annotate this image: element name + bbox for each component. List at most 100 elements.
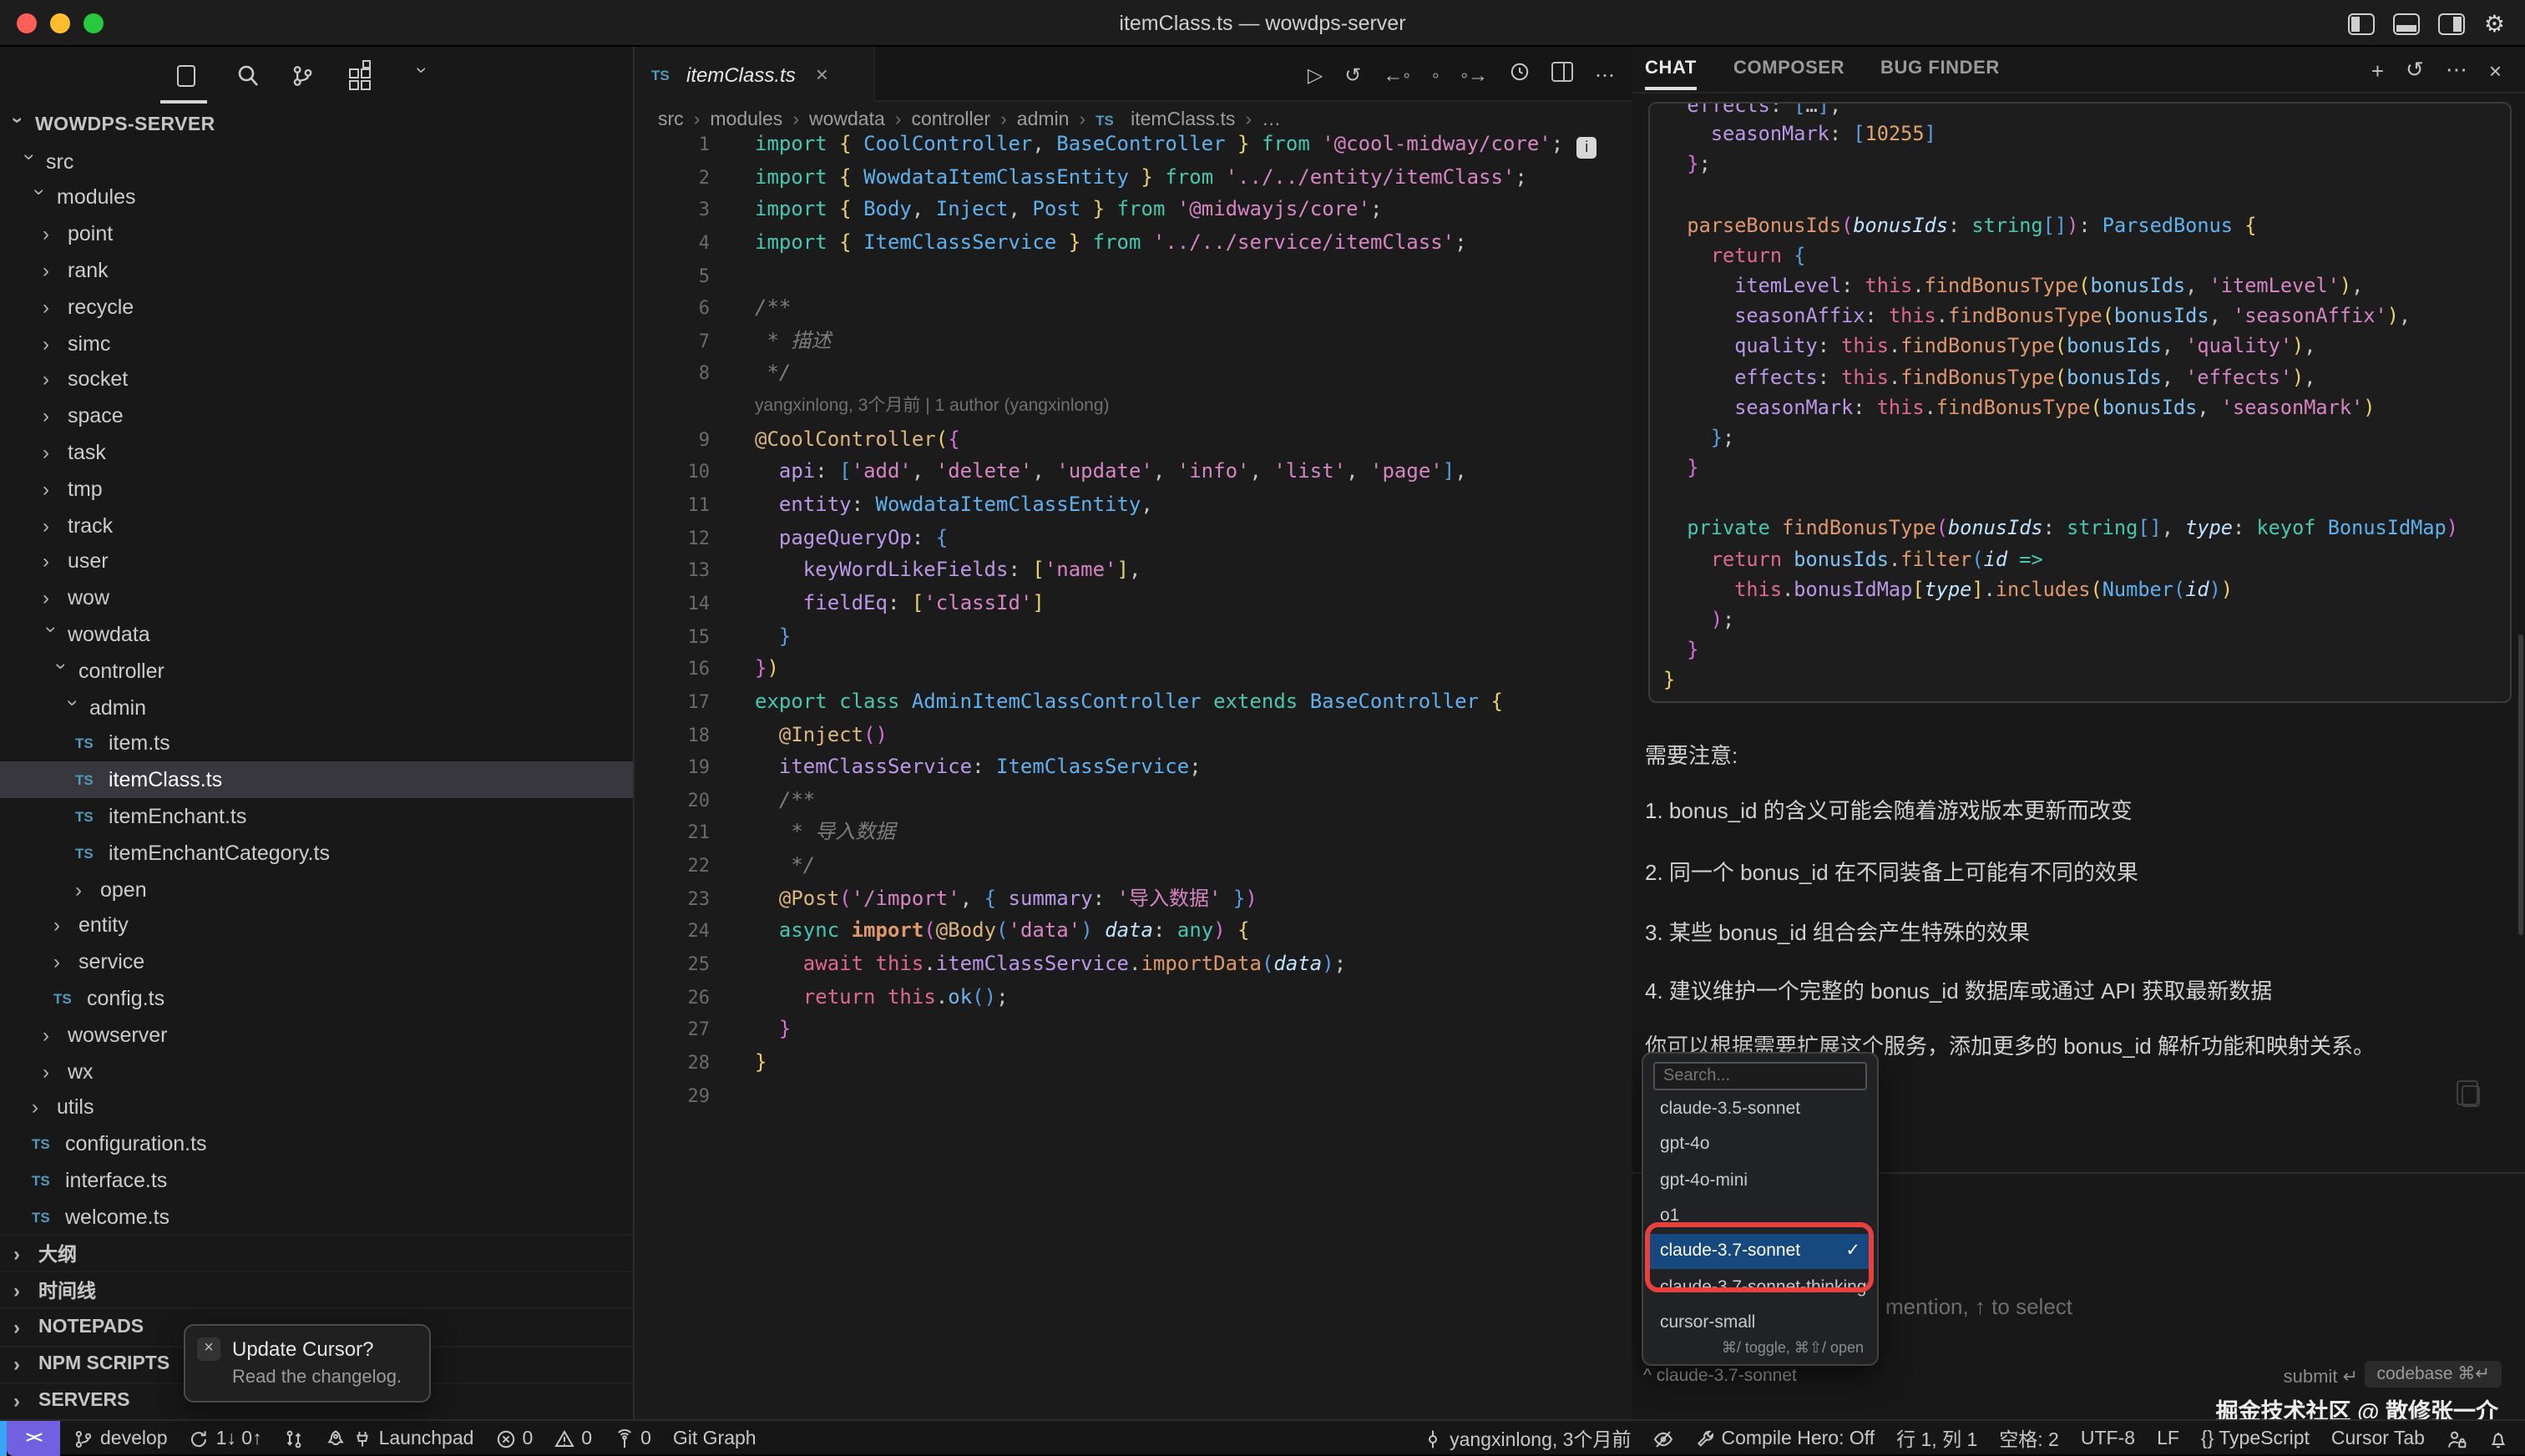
toast-link[interactable]: Read the changelog. — [232, 1368, 402, 1388]
source-control-icon[interactable] — [287, 60, 317, 90]
tree-item-point[interactable]: ›point — [0, 216, 633, 253]
tree-item-recycle[interactable]: ›recycle — [0, 289, 633, 326]
tree-item-wowdata[interactable]: ›wowdata — [0, 616, 633, 653]
status-item-0[interactable]: 0 — [495, 1428, 533, 1448]
status-item-0[interactable]: 0 — [614, 1428, 651, 1448]
model-option-o1[interactable]: o1 — [1647, 1199, 1874, 1234]
tree-item-item-ts[interactable]: TSitem.ts — [0, 725, 633, 762]
chat-tab-chat[interactable]: CHAT — [1645, 58, 1697, 78]
search-icon[interactable] — [232, 60, 262, 90]
tree-item-welcome-ts[interactable]: TSwelcome.ts — [0, 1199, 633, 1236]
model-search-input[interactable]: Search... — [1653, 1062, 1867, 1090]
tree-item-tmp[interactable]: ›tmp — [0, 471, 633, 508]
tree-item-entity[interactable]: ›entity — [0, 907, 633, 944]
tree-item-track[interactable]: ›track — [0, 508, 633, 544]
breadcrumb-item[interactable]: wowdata — [809, 110, 885, 130]
tree-item-wow[interactable]: ›wow — [0, 580, 633, 617]
model-option-gpt-4o[interactable]: gpt-4o — [1647, 1128, 1874, 1163]
inlay-hint-icon[interactable]: i — [1576, 137, 1596, 159]
status-item-1-0-[interactable]: 1↓ 0↑ — [190, 1428, 262, 1448]
status-item-空格-2[interactable]: 空格: 2 — [1999, 1425, 2059, 1452]
editor-group[interactable]: TS itemClass.ts × ▷↺←◦◦◦→⋯ src›modules›w… — [635, 47, 1632, 1419]
more-icon[interactable]: ⋯ — [1595, 63, 1615, 86]
status-item-lf[interactable]: LF — [2157, 1428, 2179, 1448]
model-option-claude-3.7-sonnet[interactable]: claude-3.7-sonnet✓ — [1647, 1234, 1874, 1269]
tree-item-wowserver[interactable]: ›wowserver — [0, 1017, 633, 1054]
status-item-compile-hero-off[interactable]: Compile Hero: Off — [1694, 1428, 1875, 1448]
breadcrumb-file[interactable]: itemClass.ts — [1131, 110, 1235, 130]
status-item-bell[interactable] — [2488, 1428, 2508, 1448]
split-icon[interactable] — [1551, 62, 1573, 87]
tree-item-user[interactable]: ›user — [0, 543, 633, 580]
tree-item-wx[interactable]: ›wx — [0, 1053, 633, 1089]
tree-item-rank[interactable]: ›rank — [0, 252, 633, 289]
tree-item-config-ts[interactable]: TSconfig.ts — [0, 980, 633, 1017]
status-item-develop[interactable]: develop — [73, 1428, 168, 1448]
play-icon[interactable]: ▷ — [1308, 63, 1323, 86]
tree-item-open[interactable]: ›open — [0, 871, 633, 907]
code-editor[interactable]: 1import { CoolController, BaseController… — [635, 129, 1632, 1112]
toggle-secondary-sidebar-icon[interactable] — [2439, 13, 2466, 34]
chat-scrollbar[interactable] — [2518, 634, 2523, 935]
forward-icon[interactable]: ◦→ — [1460, 63, 1488, 86]
breadcrumb-item[interactable]: controller — [911, 110, 990, 130]
tree-item-task[interactable]: ›task — [0, 434, 633, 471]
submit-hint[interactable]: submit ↵ — [2284, 1366, 2358, 1388]
remote-indicator[interactable]: >< — [7, 1421, 60, 1456]
codebase-button[interactable]: codebase ⌘↵ — [2365, 1361, 2502, 1388]
tree-item-controller[interactable]: ›controller — [0, 653, 633, 690]
chat-input-placeholder[interactable]: mention, ↑ to select — [1885, 1294, 2072, 1319]
tree-item-socket[interactable]: ›socket — [0, 361, 633, 398]
tree-item-utils[interactable]: ›utils — [0, 1089, 633, 1126]
model-option-cursor-small[interactable]: cursor-small — [1647, 1306, 1874, 1341]
status-item-launchpad[interactable]: Launchpad — [326, 1428, 474, 1448]
status-item-行-1-列-1[interactable]: 行 1, 列 1 — [1896, 1425, 1977, 1452]
tree-item-modules[interactable]: ›modules — [0, 179, 633, 216]
tree-item-wowdps-server[interactable]: ›WOWDPS-SERVER — [0, 107, 633, 144]
extensions-icon[interactable] — [346, 60, 376, 90]
tree-item-admin[interactable]: ›admin — [0, 690, 633, 726]
dot-icon[interactable]: ◦ — [1432, 63, 1440, 86]
explorer-icon[interactable] — [170, 60, 200, 90]
status-item-compare[interactable] — [284, 1428, 304, 1448]
sidebar-section-时间线[interactable]: ›时间线 — [0, 1271, 633, 1307]
sidebar-section-大纲[interactable]: ›大纲 — [0, 1234, 633, 1271]
chat-more-icon[interactable]: ⋯ — [2446, 57, 2467, 83]
status-item-personlock[interactable] — [2447, 1428, 2467, 1448]
chat-tab-bug-finder[interactable]: BUG FINDER — [1880, 58, 2000, 78]
toggle-primary-sidebar-icon[interactable] — [2349, 13, 2376, 34]
toast-close-icon[interactable]: × — [197, 1337, 220, 1361]
sidebar-more-chevron-icon[interactable]: › — [407, 60, 438, 90]
tab-close-icon[interactable]: × — [816, 62, 828, 87]
breadcrumb-item[interactable]: modules — [710, 110, 782, 130]
tree-item-itemenchant-ts[interactable]: TSitemEnchant.ts — [0, 798, 633, 835]
status-item-cursor-tab[interactable]: Cursor Tab — [2331, 1428, 2425, 1448]
breadcrumb-item[interactable]: src — [658, 110, 684, 130]
status-item-git-graph[interactable]: Git Graph — [673, 1428, 756, 1448]
chat-tab-composer[interactable]: COMPOSER — [1733, 58, 1844, 78]
chat-close-icon[interactable]: × — [2489, 58, 2502, 83]
settings-gear-icon[interactable]: ⚙ — [2484, 12, 2505, 35]
history-icon[interactable]: ↺ — [1344, 63, 1361, 86]
tree-item-itemenchantcategory-ts[interactable]: TSitemEnchantCategory.ts — [0, 835, 633, 872]
status-item-0[interactable]: 0 — [554, 1428, 592, 1448]
tree-item-simc[interactable]: ›simc — [0, 326, 633, 362]
back-icon[interactable]: ←◦ — [1383, 63, 1410, 86]
tree-item-src[interactable]: ›src — [0, 144, 633, 180]
clock-icon[interactable] — [1510, 62, 1530, 87]
tree-item-itemclass-ts[interactable]: TSitemClass.ts — [0, 762, 633, 799]
tree-item-space[interactable]: ›space — [0, 398, 633, 435]
status-item-yangxinlong-3个月前[interactable]: yangxinlong, 3个月前 — [1423, 1425, 1631, 1452]
status-item-eyeoff[interactable] — [1652, 1428, 1672, 1448]
tree-item-interface-ts[interactable]: TSinterface.ts — [0, 1162, 633, 1199]
new-chat-icon[interactable]: + — [2371, 58, 2384, 83]
status-item-utf-8[interactable]: UTF-8 — [2081, 1428, 2135, 1448]
model-selector[interactable]: ^ claude-3.7-sonnet — [1643, 1366, 1797, 1386]
model-option-claude-3.7-sonnet-thinking[interactable]: claude-3.7-sonnet-thinking — [1647, 1270, 1874, 1305]
model-option-gpt-4o-mini[interactable]: gpt-4o-mini — [1647, 1163, 1874, 1198]
tree-item-configuration-ts[interactable]: TSconfiguration.ts — [0, 1126, 633, 1163]
breadcrumb-item[interactable]: admin — [1017, 110, 1070, 130]
breadcrumb-more[interactable]: … — [1262, 110, 1281, 130]
copy-message-icon[interactable] — [2462, 1085, 2480, 1107]
model-option-claude-3.5-sonnet[interactable]: claude-3.5-sonnet — [1647, 1092, 1874, 1127]
